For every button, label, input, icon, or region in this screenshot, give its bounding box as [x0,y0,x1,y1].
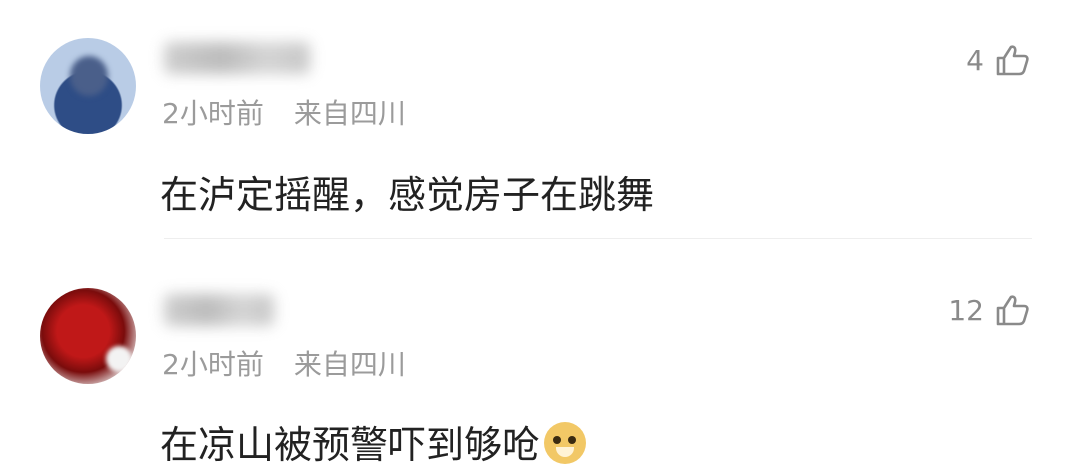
username-blurred[interactable] [164,294,274,326]
comment-time: 2小时前 [162,348,264,381]
comment-item: 2小时前 来自四川 在凉山被预警吓到够呛 12 [0,0,1080,467]
doge-emoji-icon [544,422,587,464]
comment-meta: 2小时前 来自四川 [162,343,406,383]
like-button[interactable]: 12 [948,290,1032,330]
comment-text-content: 在凉山被预警吓到够呛 [160,423,541,467]
comment-text: 在凉山被预警吓到够呛 [160,414,587,469]
like-count: 12 [948,293,984,327]
thumbs-up-icon[interactable] [992,290,1032,330]
divider [164,238,1032,239]
comment-location: 来自四川 [293,348,406,381]
avatar[interactable] [40,288,136,384]
